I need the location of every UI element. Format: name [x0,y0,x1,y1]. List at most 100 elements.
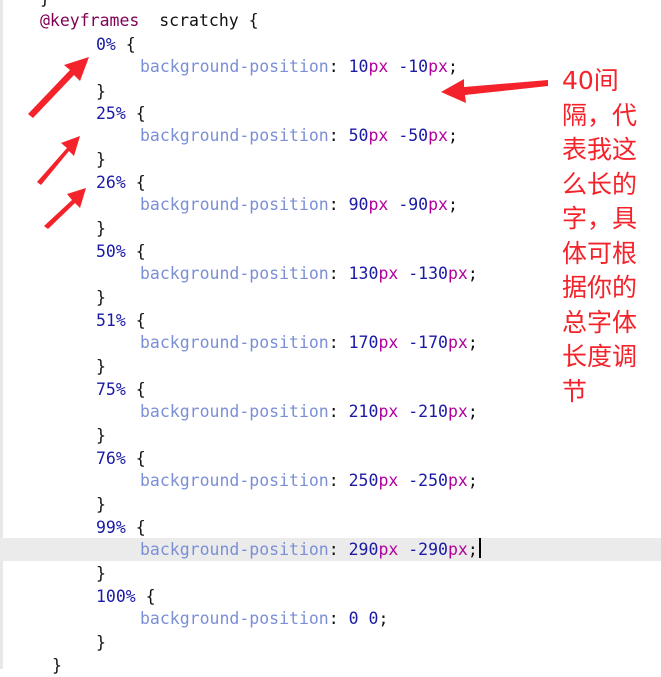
code-token: : [328,609,349,628]
code-token: scratchy { [139,11,259,30]
code-line-content: } [96,148,106,171]
code-token: : [328,540,349,559]
code-line-content: 50% { [96,240,146,263]
code-token: px [448,540,468,559]
code-token: 250 [348,471,379,490]
code-token: 0 [348,609,359,628]
code-token: { [125,449,146,468]
annotation-note: 40间隔，代表我这么长的字，具体可根据你的总字体长度调节 [562,66,638,406]
code-token: ; [467,540,478,559]
code-line[interactable]: background-position: 0 0; [0,607,661,630]
code-token: } [96,495,106,514]
code-token: { [125,104,146,123]
code-token: : [328,264,349,283]
code-line[interactable]: 99% { [0,516,661,539]
code-line[interactable]: 0% { [0,33,661,56]
code-line-content: 99% { [96,516,146,539]
code-token: -210 [408,402,448,421]
code-token: px [428,126,448,145]
code-token: 99% [96,518,126,537]
text-cursor [478,538,481,558]
code-line[interactable]: } [0,424,661,447]
code-token: px [428,195,448,214]
code-token: px [448,402,468,421]
code-token: : [328,402,349,421]
code-line-content: 26% { [96,171,146,194]
code-line[interactable]: 76% { [0,447,661,470]
code-token: px [368,126,389,145]
code-line[interactable]: } [0,493,661,516]
code-line-content: } [52,654,62,677]
code-line-content: } [96,286,106,309]
code-line-content: background-position: 130px -130px; [140,262,478,285]
code-token: } [52,656,62,675]
code-token: background-position [140,126,329,145]
code-token: ; [467,471,478,490]
code-line-content: } [96,217,106,240]
code-line[interactable]: } [0,654,661,677]
code-token: ; [467,333,478,352]
code-token: : [328,195,349,214]
code-token: { [115,35,136,54]
code-line-content: background-position: 50px -50px; [140,124,458,147]
code-line[interactable]: } [0,631,661,654]
code-token: 50 [348,126,369,145]
code-token: px [448,471,468,490]
code-token: px [448,333,468,352]
code-token: 10 [348,57,369,76]
code-token: : [328,126,349,145]
code-token: 90 [348,195,369,214]
code-line-content: } [96,562,106,585]
code-line-content: 75% { [96,378,146,401]
code-line-content: } [96,424,106,447]
code-token: px [378,333,399,352]
code-token: background-position [140,195,329,214]
code-token: 75% [96,380,126,399]
code-token: } [96,150,106,169]
code-token: ; [378,609,389,628]
code-line-content: 25% { [96,102,146,125]
code-token: background-position [140,57,329,76]
code-line-content: @keyframes scratchy { [40,9,259,32]
code-token: { [135,587,156,606]
code-token: 210 [348,402,379,421]
code-token: ; [448,57,458,76]
code-token: -130 [408,264,448,283]
code-line-content: background-position: 290px -290px; [140,538,481,561]
code-token: { [125,518,146,537]
code-line-content: background-position: 250px -250px; [140,469,478,492]
code-token: -170 [408,333,448,352]
code-line-content: 100% { [96,585,156,608]
code-token: px [378,402,399,421]
code-token: } [40,0,50,8]
code-token: { [125,380,146,399]
code-line[interactable]: background-position: 250px -250px; [0,469,661,492]
code-token: -250 [408,471,448,490]
code-token: -90 [398,195,429,214]
code-token: 0% [96,35,116,54]
code-token: : [328,333,349,352]
code-token: } [96,426,106,445]
code-line-content: background-position: 170px -170px; [140,331,478,354]
code-token: 170 [348,333,379,352]
code-token: { [125,311,146,330]
code-line-content: } [96,355,106,378]
code-line-content: background-position: 90px -90px; [140,193,458,216]
code-line[interactable]: background-position: 290px -290px; [0,538,661,561]
code-token: ; [448,195,458,214]
code-token: background-position [140,471,329,490]
code-line-content: } [96,493,106,516]
code-token: } [96,357,106,376]
code-line[interactable]: 100% { [0,585,661,608]
code-line[interactable]: } [0,562,661,585]
code-token: 290 [348,540,379,559]
code-line-content: background-position: 210px -210px; [140,400,478,423]
code-line[interactable]: @keyframes scratchy { [0,9,661,32]
code-token: 76% [96,449,126,468]
code-token: } [96,633,106,652]
